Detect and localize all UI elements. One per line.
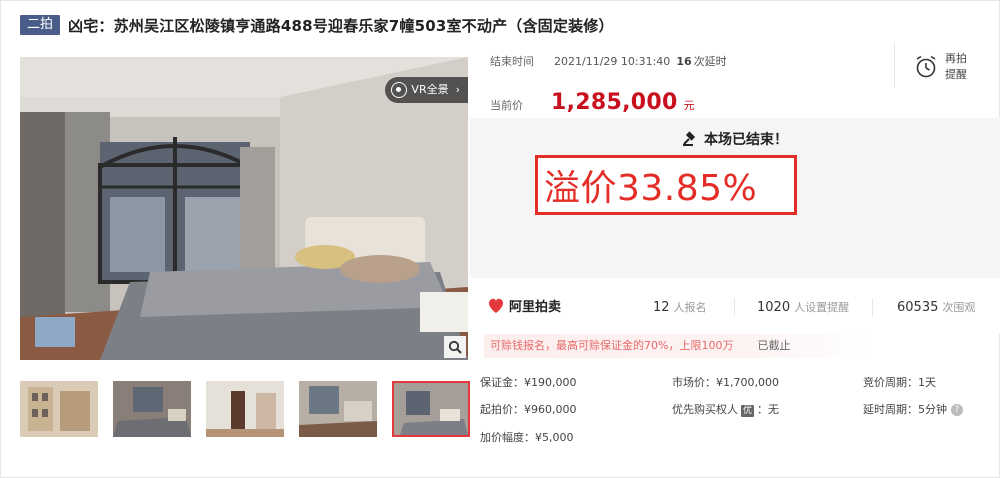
vr-panorama-button[interactable]: VR全景 › <box>385 77 468 103</box>
divider <box>872 298 873 316</box>
stats-row: 阿里拍卖 12 人报名 1020 人设置提醒 60535 次围观 <box>470 278 1000 334</box>
hallway-thumbnail <box>206 381 284 437</box>
main-photo[interactable]: VR全景 › <box>20 57 468 360</box>
views-stat: 60535 次围观 <box>897 299 975 315</box>
alibaba-logo-icon <box>488 298 504 313</box>
thumbnail-4[interactable] <box>299 381 377 437</box>
credit-signup-notice: 可赊钱报名，最高可赊保证金的70%，上限100万 已截止 <box>484 334 870 358</box>
current-price-label: 当前价 <box>490 99 523 112</box>
chevron-right-icon: › <box>455 83 460 96</box>
thumbnail-1[interactable] <box>20 381 98 437</box>
signup-stat: 12 人报名 <box>653 299 707 315</box>
delay-label: 次延时 <box>693 55 727 68</box>
start-price: 起拍价：¥960,000 <box>480 403 577 416</box>
bedroom-thumbnail <box>113 381 191 437</box>
end-time-label: 结束时间 <box>490 55 534 68</box>
title-row: 二拍 凶宅：苏州吴江区松陵镇亨通路488号迎春乐家7幢503室不动产（含固定装修… <box>20 14 614 36</box>
priority-label: 优先购买权人 <box>672 403 738 416</box>
alarm-clock-icon <box>916 55 936 78</box>
increment: 加价幅度：¥5,000 <box>480 431 574 444</box>
remind-unit: 人设置提醒 <box>794 301 850 314</box>
alibaba-auction-logo: 阿里拍卖 <box>486 296 561 315</box>
currency-unit: 元 <box>683 99 695 112</box>
premium-annotation-box: 溢价33.85% <box>535 155 797 215</box>
living-room-thumbnail <box>299 381 377 437</box>
delay-count: 16 <box>676 54 692 68</box>
thumbnail-5-active[interactable] <box>392 381 470 437</box>
divider <box>734 298 735 316</box>
premium-text: 溢价33.85% <box>544 168 758 209</box>
logo-text: 阿里拍卖 <box>509 300 562 315</box>
vr-icon <box>391 82 408 98</box>
priority-badge: 优 <box>741 405 755 417</box>
end-time-value: 2021/11/29 10:31:40 <box>554 54 671 68</box>
help-icon[interactable]: ? <box>951 404 963 416</box>
current-price-value: 1,285,000 <box>551 90 678 115</box>
end-time-row: 结束时间 2021/11/29 10:31:40 16 次延时 <box>490 53 727 69</box>
gavel-icon <box>683 131 696 146</box>
thumbnail-2[interactable] <box>113 381 191 437</box>
remind-line-1: 再拍 <box>945 52 967 65</box>
views-unit: 次围观 <box>942 301 976 314</box>
main-bedroom-thumbnail <box>394 383 468 435</box>
auction-ended-title: 本场已结束！ <box>470 129 1000 149</box>
delay-cycle-text: 延时周期：5分钟 <box>863 403 947 416</box>
remind-stat: 1020 人设置提醒 <box>757 299 849 315</box>
re-auction-remind-button[interactable]: 再拍 提醒 <box>894 43 1000 88</box>
notice-text: 可赊钱报名，最高可赊保证金的70%，上限100万 <box>490 339 734 352</box>
auction-round-badge: 二拍 <box>20 15 61 35</box>
auction-ended-panel: 本场已结束！ 溢价33.85% <box>470 118 1000 278</box>
ended-text: 本场已结束！ <box>704 132 788 148</box>
delay-cycle: 延时周期：5分钟? <box>863 401 963 417</box>
deposit: 保证金：¥190,000 <box>480 376 577 389</box>
vr-label: VR全景 <box>411 83 449 96</box>
priority-buyer: 优先购买权人优：无 <box>672 401 779 417</box>
market-price: 市场价：¥1,700,000 <box>672 376 779 389</box>
remind-line-2: 提醒 <box>945 68 967 81</box>
remind-text: 再拍 提醒 <box>945 51 967 83</box>
page-title: 凶宅：苏州吴江区松陵镇亨通路488号迎春乐家7幢503室不动产（含固定装修） <box>68 16 614 35</box>
thumbnail-3[interactable] <box>206 381 284 437</box>
magnifier-icon <box>448 340 462 354</box>
notice-status: 已截止 <box>757 339 791 352</box>
bid-cycle: 竞价周期：1天 <box>863 376 936 389</box>
remind-count: 1020 <box>757 300 791 315</box>
signup-count: 12 <box>653 300 670 315</box>
thumbnail-strip <box>20 381 470 437</box>
views-count: 60535 <box>897 300 939 315</box>
priority-value: ：无 <box>757 403 780 416</box>
zoom-button[interactable] <box>444 336 466 358</box>
current-price-row: 当前价 1,285,000 元 <box>490 90 695 115</box>
building-exterior-thumbnail <box>20 381 98 437</box>
signup-unit: 人报名 <box>673 301 707 314</box>
